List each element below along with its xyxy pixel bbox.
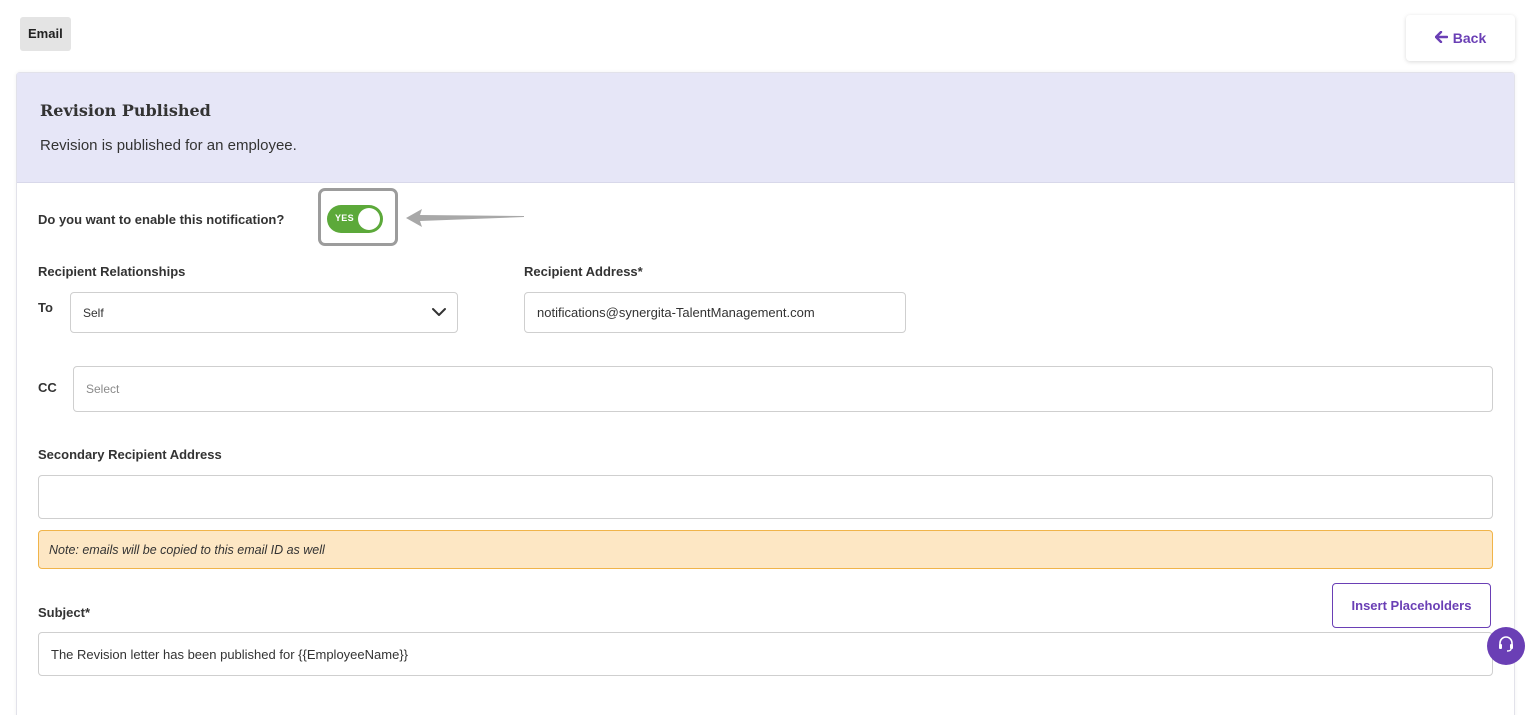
pointer-arrow-icon — [406, 209, 524, 227]
enable-question-label: Do you want to enable this notification? — [38, 212, 285, 227]
card-description: Revision is published for an employee. — [40, 137, 297, 154]
recipient-address-value: notifications@synergita-TalentManagement… — [537, 305, 815, 320]
back-button-label: Back — [1452, 30, 1487, 46]
subject-field[interactable]: The Revision letter has been published f… — [38, 632, 1493, 676]
card-header: Revision Published Revision is published… — [17, 73, 1514, 183]
recipient-address-label: Recipient Address* — [524, 264, 643, 279]
enable-notification-toggle[interactable]: YES — [327, 205, 383, 233]
toggle-knob — [358, 208, 380, 230]
to-label: To — [38, 300, 53, 315]
arrow-left-icon — [1434, 30, 1448, 46]
recipient-relationships-label: Recipient Relationships — [38, 264, 186, 279]
subject-value: The Revision letter has been published f… — [51, 646, 408, 662]
back-button[interactable]: Back — [1406, 15, 1515, 61]
cc-select[interactable]: Select — [73, 366, 1493, 412]
tab-email[interactable]: Email — [20, 17, 71, 51]
copy-note-text: Note: emails will be copied to this emai… — [49, 542, 325, 557]
recipient-address-field[interactable]: notifications@synergita-TalentManagement… — [524, 292, 906, 333]
toggle-label: YES — [335, 213, 354, 223]
headset-icon — [1496, 634, 1516, 659]
card-title: Revision Published — [40, 101, 211, 120]
to-select[interactable]: Self — [70, 292, 458, 333]
secondary-recipient-label: Secondary Recipient Address — [38, 447, 222, 462]
secondary-recipient-field[interactable] — [38, 475, 1493, 519]
cc-label: CC — [38, 380, 57, 395]
chevron-down-icon — [431, 304, 447, 323]
copy-note: Note: emails will be copied to this emai… — [38, 530, 1493, 569]
subject-label: Subject* — [38, 605, 91, 620]
cc-placeholder: Select — [86, 382, 120, 396]
help-support-button[interactable] — [1487, 627, 1525, 665]
to-select-value: Self — [83, 305, 104, 320]
insert-placeholders-button[interactable]: Insert Placeholders — [1332, 583, 1491, 628]
